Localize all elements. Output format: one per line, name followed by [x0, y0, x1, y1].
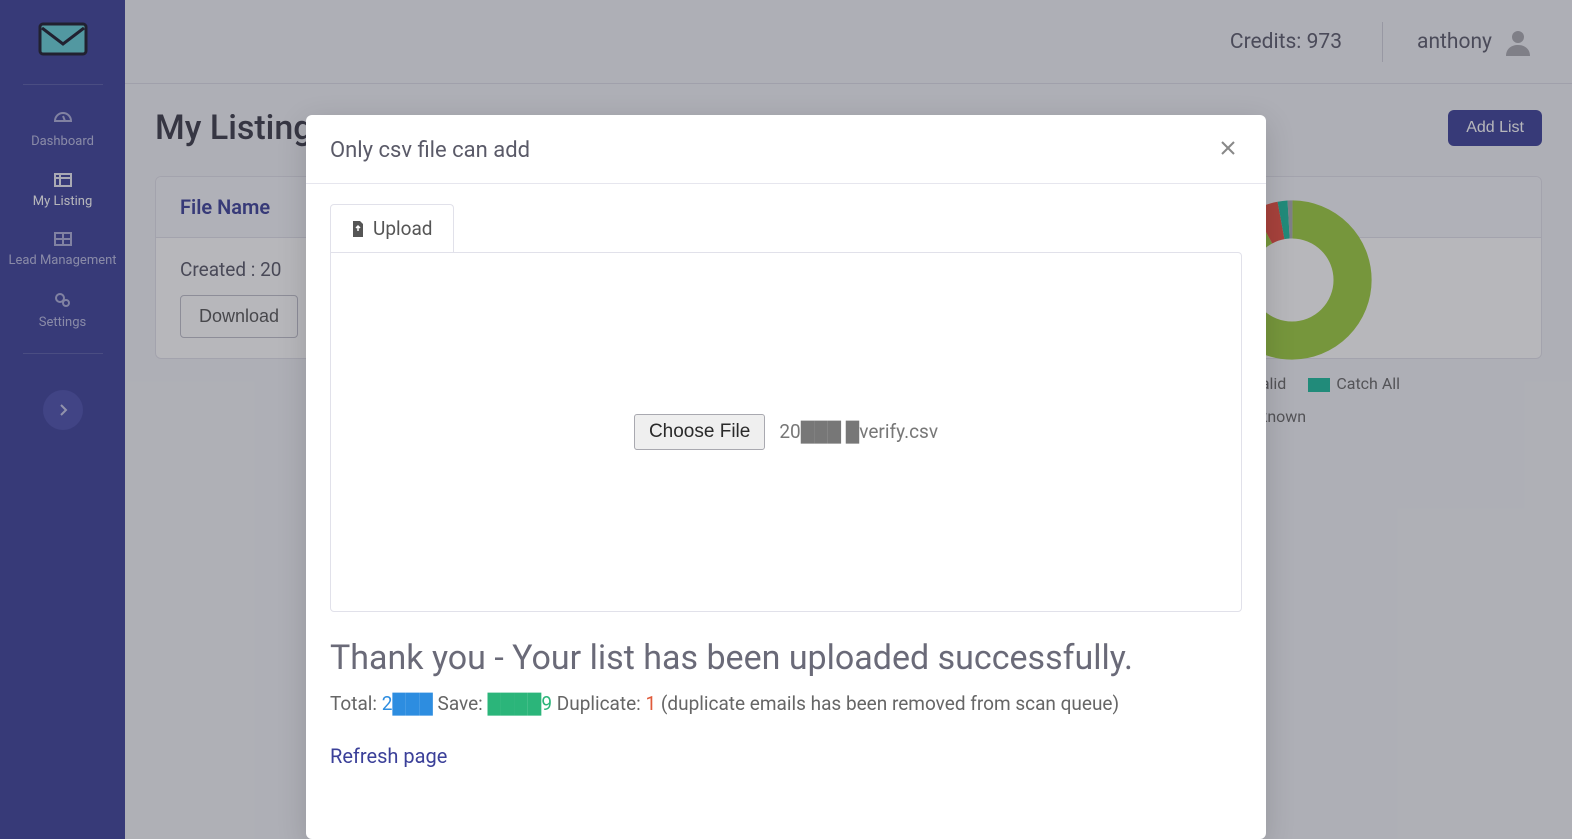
tab-upload[interactable]: Upload: [330, 204, 454, 252]
refresh-page-link[interactable]: Refresh page: [330, 744, 447, 768]
modal-overlay[interactable]: Only csv file can add Upload Choose File…: [0, 0, 1572, 839]
upload-stats: Total: 2███ Save: ████9 Duplicate: 1 (du…: [330, 692, 1242, 716]
upload-success-message: Thank you - Your list has been uploaded …: [330, 638, 1242, 678]
total-value: 2███: [382, 692, 433, 715]
total-label: Total:: [330, 692, 377, 715]
file-upload-icon: [351, 221, 365, 237]
save-label: Save:: [438, 692, 483, 715]
selected-filename: 20███ █verify.csv: [779, 420, 938, 444]
duplicate-note: (duplicate emails has been removed from …: [661, 692, 1119, 715]
modal-close-button[interactable]: [1214, 135, 1242, 165]
modal-title: Only csv file can add: [330, 138, 530, 163]
tab-label: Upload: [373, 217, 433, 240]
choose-file-button[interactable]: Choose File: [634, 414, 765, 450]
modal-header: Only csv file can add: [306, 115, 1266, 184]
save-value: ████9: [488, 692, 553, 715]
upload-modal: Only csv file can add Upload Choose File…: [306, 115, 1266, 839]
duplicate-value: 1: [646, 692, 657, 715]
upload-dropzone: Choose File 20███ █verify.csv: [330, 252, 1242, 612]
duplicate-label: Duplicate:: [557, 692, 641, 715]
modal-tabs: Upload: [330, 204, 1242, 252]
close-icon: [1220, 140, 1236, 156]
